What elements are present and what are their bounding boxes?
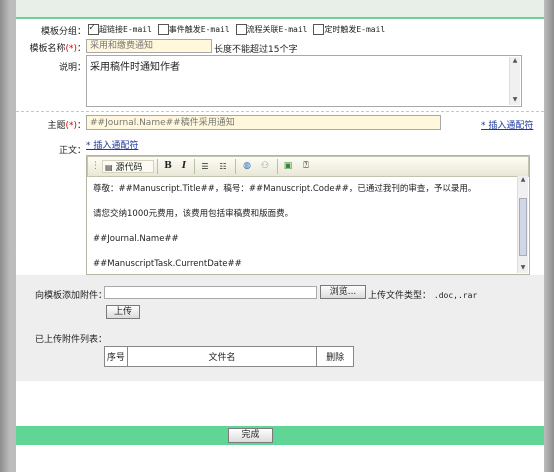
source-code-icon: ▤ <box>105 163 113 172</box>
body-line: 请您交纳1000元费用，该费用包括审稿费和版面费。 <box>93 209 294 219</box>
column-header-filename: 文件名 <box>126 346 318 367</box>
browse-button[interactable]: 浏览... <box>320 285 366 299</box>
toolbar-separator <box>235 159 236 174</box>
label-text: 主题 <box>47 121 66 131</box>
checkbox-hyperlink-email[interactable] <box>88 22 99 35</box>
insert-wildcard-subject-link[interactable]: * 插入通配符 <box>481 118 533 131</box>
toolbar-separator <box>277 159 278 174</box>
scroll-up-icon[interactable]: ▲ <box>518 176 528 185</box>
file-types: 上传文件类型： .doc,.rar <box>368 288 477 301</box>
description-textarea[interactable]: 采用稿件时通知作者 ▲ ▼ <box>86 55 522 107</box>
body-line: 尊敬：##Manuscript.Title##，稿号：##Manuscript.… <box>93 184 477 194</box>
scroll-up-icon[interactable]: ▲ <box>510 57 520 66</box>
label-text: 模板名称 <box>29 44 66 54</box>
toolbar-separator <box>194 159 195 174</box>
template-name-label: 模板名称(*)： <box>16 41 86 54</box>
source-code-button[interactable]: ▤ 源代码 <box>102 160 154 173</box>
column-header-index: 序号 <box>104 346 128 367</box>
subject-label: 主题(*)： <box>16 118 86 131</box>
globe-link-icon[interactable]: ◍ <box>240 160 254 173</box>
column-header-delete: 删除 <box>316 346 354 367</box>
body-editor: ⋮ ▤ 源代码 B I ☰ ☷ ◍ ⚇ ▣ ⍰ 尊敬：##Manuscript.… <box>86 155 530 275</box>
divider <box>16 111 544 112</box>
template-group-options: 超链接E-mail 事件触发E-mail 流程关联E-mail 定时触发E-ma… <box>88 22 386 35</box>
unordered-list-icon[interactable]: ☷ <box>216 160 230 173</box>
finish-button[interactable]: 完成 <box>228 428 273 443</box>
description-scrollbar[interactable]: ▲ ▼ <box>509 57 520 105</box>
checkbox-flow-email[interactable] <box>235 24 247 35</box>
checkbox-label: 流程关联E-mail <box>246 25 308 34</box>
file-types-label: 上传文件类型： <box>368 291 432 301</box>
label-colon: ： <box>76 121 86 131</box>
body-line: ##Journal.Name## <box>93 234 179 244</box>
unlink-icon[interactable]: ⚇ <box>258 160 272 173</box>
file-types-value: .doc,.rar <box>433 291 478 300</box>
body-label: 正文： <box>58 146 86 156</box>
source-code-label: 源代码 <box>115 163 143 173</box>
editor-scrollbar[interactable]: ▲ ▼ <box>517 176 528 273</box>
editor-toolbar: ⋮ ▤ 源代码 B I ☰ ☷ ◍ ⚇ ▣ ⍰ <box>87 156 529 177</box>
scroll-down-icon[interactable]: ▼ <box>518 264 528 273</box>
checkbox-timed-email[interactable] <box>313 24 325 35</box>
template-name-input[interactable]: 采用和缴费通知 <box>86 39 212 53</box>
bottom-action-bar <box>16 426 544 445</box>
italic-icon[interactable]: I <box>178 160 190 173</box>
top-accent-bar <box>16 0 544 19</box>
checkbox-label: 定时触发E-mail <box>324 25 386 34</box>
description-label: 说明： <box>58 63 86 73</box>
required-mark: (*) <box>65 121 77 131</box>
scroll-thumb[interactable] <box>519 198 527 256</box>
attachment-label: 向模板添加附件： <box>35 291 108 301</box>
insert-wildcard-body-link[interactable]: * 插入通配符 <box>86 138 138 151</box>
checkbox-label: 事件触发E-mail <box>168 25 230 34</box>
description-text: 采用稿件时通知作者 <box>90 62 180 73</box>
help-icon[interactable]: ⍰ <box>299 160 313 173</box>
checkbox-label: 超链接E-mail <box>99 25 152 34</box>
uploaded-attachments-table: 序号 文件名 删除 <box>104 346 354 367</box>
toolbar-separator <box>157 159 158 174</box>
ordered-list-icon[interactable]: ☰ <box>198 160 212 173</box>
editor-content[interactable]: 尊敬：##Manuscript.Title##，稿号：##Manuscript.… <box>93 185 513 269</box>
required-mark: (*) <box>65 44 77 54</box>
table-header-row: 序号 文件名 删除 <box>104 346 354 367</box>
attachment-file-input[interactable] <box>104 286 317 299</box>
bold-icon[interactable]: B <box>162 160 174 173</box>
uploaded-list-label: 已上传附件列表： <box>35 335 108 345</box>
form-panel: 模板分组： 超链接E-mail 事件触发E-mail 流程关联E-mail 定时… <box>16 0 544 472</box>
checkbox-event-email[interactable] <box>157 24 169 35</box>
scroll-down-icon[interactable]: ▼ <box>510 96 520 105</box>
template-group-label: 模板分组： <box>40 27 86 37</box>
toolbar-grip-icon: ⋮ <box>91 161 100 171</box>
template-name-hint: 长度不能超过15个字 <box>214 45 298 55</box>
body-line: ##ManuscriptTask.CurrentDate## <box>93 259 242 269</box>
upload-button[interactable]: 上传 <box>106 305 140 319</box>
image-icon[interactable]: ▣ <box>281 160 295 173</box>
subject-input[interactable]: ##Journal.Name##稿件采用通知 <box>86 115 441 130</box>
label-colon: ： <box>76 44 86 54</box>
